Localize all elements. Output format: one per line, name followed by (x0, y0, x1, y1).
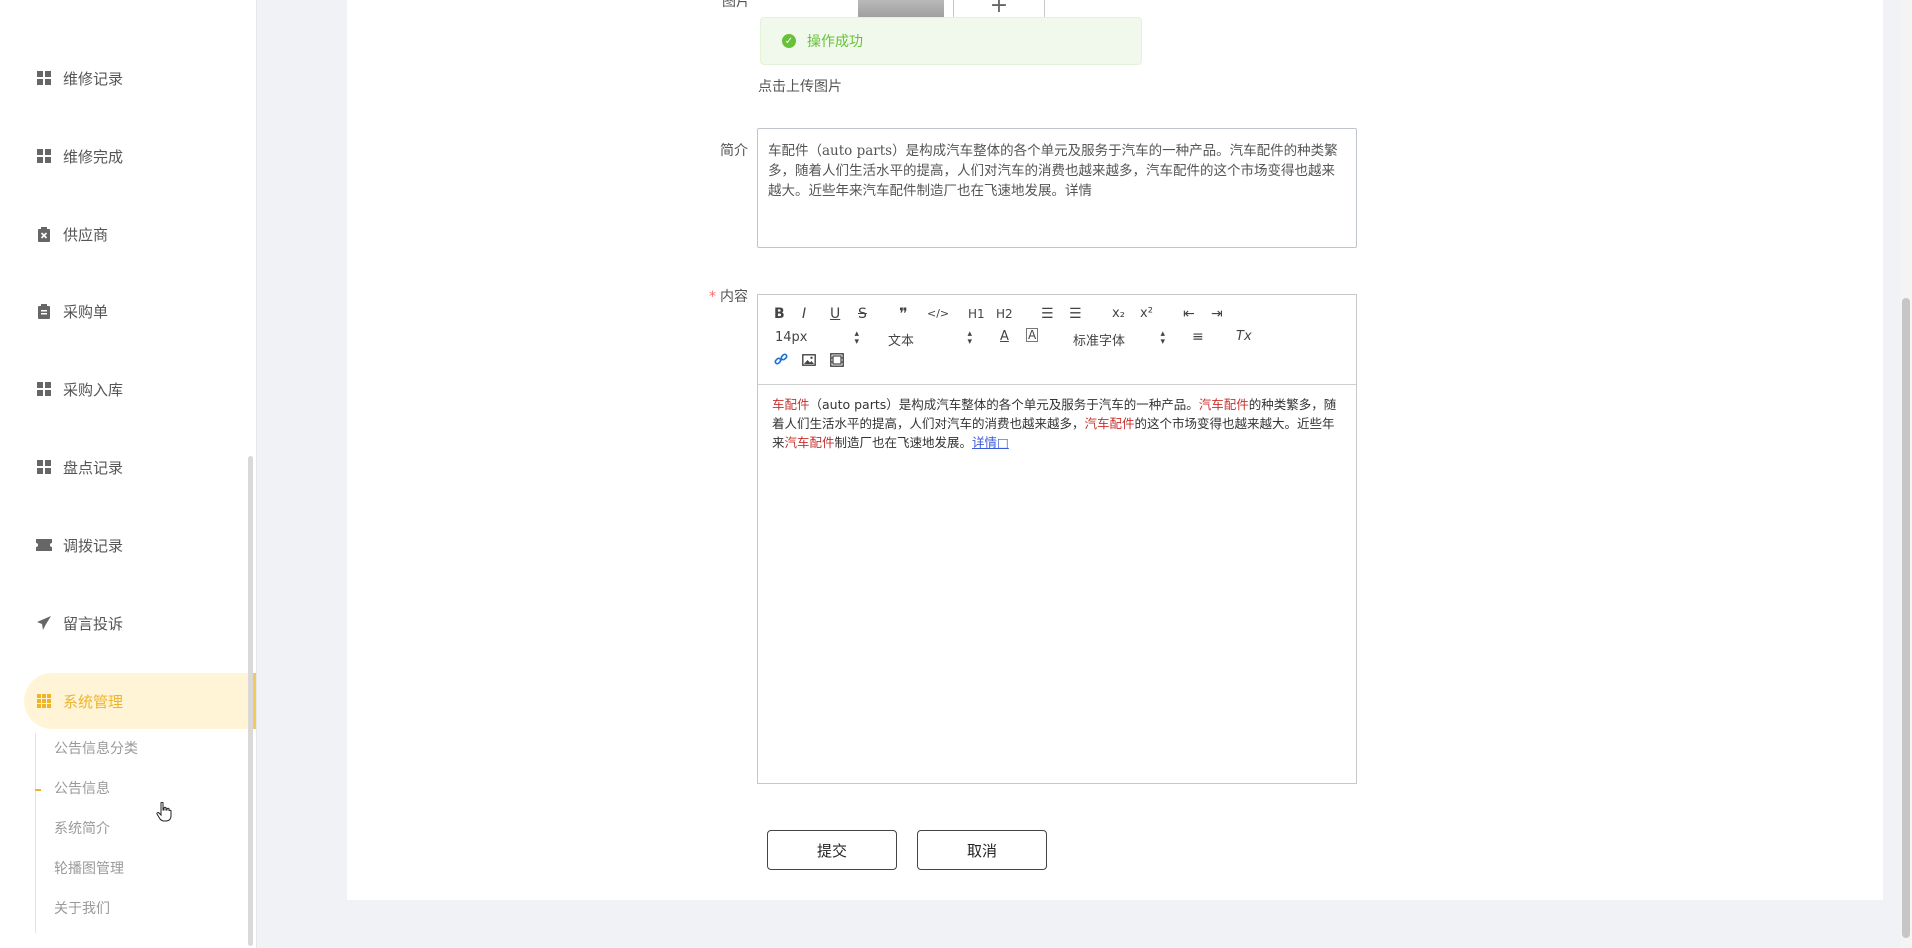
summary-label: 简介 (720, 143, 748, 159)
rich-text-editor: B I U S ❞ </> H1 H2 ☰ ☰ x₂ x² ⇤ ⇥ 14px ▴… (757, 294, 1357, 784)
submenu-line (35, 733, 36, 933)
link-button[interactable] (774, 353, 788, 372)
background-color-button[interactable]: A (1026, 328, 1039, 342)
sidebar-item-label: 系统管理 (63, 692, 124, 711)
uploaded-image-thumbnail[interactable] (858, 0, 944, 18)
grid-icon (35, 380, 53, 398)
clean-format-button[interactable]: Tx (1236, 328, 1252, 346)
editor-content-area[interactable]: 车配件（auto parts）是构成汽车整体的各个单元及服务于汽车的一种产品。汽… (772, 395, 1342, 452)
sidebar-item-repair-complete[interactable]: 维修完成 (24, 128, 256, 184)
highlight-text: 车配件 (772, 397, 810, 412)
clipboard-icon (35, 302, 53, 320)
grid-icon (35, 69, 53, 87)
sidebar-item-label: 留言投诉 (63, 614, 124, 633)
video-button[interactable] (830, 353, 844, 372)
summary-textarea[interactable]: 车配件（auto parts）是构成汽车整体的各个单元及服务于汽车的一种产品。汽… (757, 128, 1357, 248)
link-icon (774, 353, 788, 365)
grid-icon (35, 147, 53, 165)
plus-icon: + (989, 0, 1009, 18)
h1-button[interactable]: H1 (968, 305, 985, 323)
h2-button[interactable]: H2 (996, 305, 1013, 323)
underline-button[interactable]: U (830, 305, 840, 323)
details-link[interactable]: 详情□ (972, 435, 1009, 450)
clipboard-x-icon (35, 225, 53, 243)
sidebar-item-inventory-records[interactable]: 盘点记录 (24, 439, 256, 495)
image-icon (802, 354, 816, 366)
editor-toolbar: B I U S ❞ </> H1 H2 ☰ ☰ x₂ x² ⇤ ⇥ 14px ▴… (758, 295, 1356, 385)
submenu-active-marker (35, 789, 41, 791)
cancel-button[interactable]: 取消 (917, 830, 1047, 870)
apps-icon (35, 692, 53, 710)
select-arrows-icon: ▴ ▾ (854, 329, 859, 347)
submenu-item-announcements[interactable]: 公告信息 (54, 777, 110, 801)
bold-button[interactable]: B (774, 305, 785, 323)
content-label: * 内容 (690, 286, 748, 306)
font-family-value: 标准字体 (1073, 334, 1126, 349)
sidebar-item-label: 维修完成 (63, 147, 124, 166)
sidebar-item-suppliers[interactable]: 供应商 (24, 206, 256, 262)
highlight-text: 汽车配件 (784, 435, 835, 450)
sidebar: 维修记录 维修完成 供应商 采购单 采购入库 盘点记录 调拨记录 留言投诉 系统… (0, 0, 257, 948)
bullet-list-button[interactable]: ☰ (1069, 305, 1082, 323)
submit-button[interactable]: 提交 (767, 830, 897, 870)
submenu-item-system-intro[interactable]: 系统简介 (54, 817, 110, 841)
font-family-select[interactable]: 标准字体 ▴ ▾ (1073, 329, 1165, 350)
image-button[interactable] (802, 353, 816, 371)
sidebar-item-label: 采购单 (63, 302, 109, 321)
toast-message: 操作成功 (807, 34, 863, 50)
header-select[interactable]: 文本 ▴ ▾ (888, 329, 972, 350)
align-button[interactable]: ≡ (1192, 328, 1204, 346)
sidebar-item-label: 盘点记录 (63, 458, 124, 477)
content-text: 制造厂也在飞速地发展。 (834, 435, 973, 450)
subscript-button[interactable]: x₂ (1112, 305, 1125, 323)
font-size-select[interactable]: 14px ▴ ▾ (775, 329, 859, 347)
submenu-item-carousel-management[interactable]: 轮播图管理 (54, 857, 124, 881)
superscript-button[interactable]: x² (1140, 305, 1153, 323)
ticket-icon (35, 536, 53, 554)
indent-button[interactable]: ⇥ (1211, 305, 1223, 323)
text-color-button[interactable]: A (1000, 328, 1009, 346)
sidebar-item-label: 供应商 (63, 225, 109, 244)
sidebar-item-purchase-orders[interactable]: 采购单 (24, 283, 256, 339)
image-label: 图片 (722, 0, 750, 10)
grid-icon (35, 458, 53, 476)
sidebar-item-system-management[interactable]: 系统管理 (24, 673, 256, 729)
content-label-text: 内容 (720, 289, 748, 305)
italic-button[interactable]: I (802, 305, 806, 323)
font-size-value: 14px (775, 330, 808, 345)
sidebar-item-label: 维修记录 (63, 69, 124, 88)
sidebar-item-repair-records[interactable]: 维修记录 (24, 50, 256, 106)
select-arrows-icon: ▴ ▾ (1160, 329, 1165, 347)
header-value: 文本 (888, 334, 915, 349)
ordered-list-button[interactable]: ☰ (1041, 305, 1054, 323)
sidebar-item-complaints[interactable]: 留言投诉 (24, 595, 256, 651)
highlight-text: 汽车配件 (1198, 397, 1249, 412)
blockquote-button[interactable]: ❞ (899, 305, 908, 323)
select-arrows-icon: ▴ ▾ (967, 329, 972, 347)
submenu-item-about-us[interactable]: 关于我们 (54, 897, 110, 921)
paper-plane-icon (35, 614, 53, 632)
outdent-button[interactable]: ⇤ (1183, 305, 1195, 323)
highlight-text: 汽车配件 (1084, 416, 1135, 431)
sidebar-item-label: 调拨记录 (63, 536, 124, 555)
sidebar-item-purchase-inbound[interactable]: 采购入库 (24, 361, 256, 417)
sidebar-scrollbar[interactable] (248, 456, 253, 946)
content-text: （auto parts）是构成汽车整体的各个单元及服务于汽车的一种产品。 (809, 397, 1199, 412)
check-circle-icon: ✓ (782, 34, 796, 48)
sidebar-item-label: 采购入库 (63, 380, 124, 399)
hand-cursor-icon (156, 801, 172, 826)
required-mark: * (709, 289, 716, 305)
sidebar-item-transfer-records[interactable]: 调拨记录 (24, 517, 256, 573)
strike-button[interactable]: S (858, 305, 867, 323)
upload-hint: 点击上传图片 (758, 79, 842, 95)
success-toast: ✓ 操作成功 (760, 17, 1142, 65)
submenu-item-announcement-category[interactable]: 公告信息分类 (54, 737, 138, 761)
code-block-button[interactable]: </> (927, 305, 949, 323)
page-scrollbar-thumb[interactable] (1902, 298, 1910, 938)
film-icon (830, 353, 844, 367)
